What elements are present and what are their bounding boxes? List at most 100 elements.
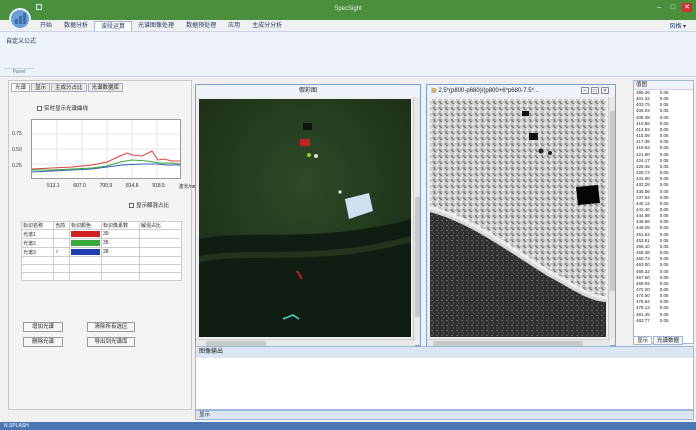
table-cell-current [53, 229, 70, 239]
table-row[interactable] [21, 272, 182, 281]
table-cell-current: ✓ [53, 247, 70, 257]
index-image[interactable] [430, 99, 606, 337]
curve-xaxis: 513.1 607.0 700.9 814.6 918.5 波长/nm [47, 183, 197, 190]
panel-tab[interactable]: 主成分占比 [51, 83, 87, 92]
wavelength-value: 472.20 [636, 287, 650, 292]
wavelength-value: 417.36 [636, 139, 650, 145]
spectrum-marker-table: 标识名称 当前 标识颜色 标识像素数 解混占比 光谱1 39 光谱2 35 光谱3 ✓ 28 [21, 221, 182, 281]
delete-spectrum-button[interactable]: 删除光谱 [23, 337, 63, 347]
curve-ytick: 0.50 [12, 147, 22, 153]
wavelength-value: 474.50 [636, 293, 650, 299]
clear-all-selections-button[interactable]: 清除所有选区 [87, 322, 135, 332]
style-menu[interactable]: 风格 ▾ [669, 21, 686, 30]
right-panel-tabs: 显示 光谱数据 [633, 336, 684, 345]
subwin-close-button[interactable]: × [601, 87, 609, 94]
color-swatch-cell [69, 247, 102, 257]
panel-tab[interactable]: 光谱 [11, 83, 31, 92]
table-cell-ratio [139, 238, 182, 248]
table-cell-empty [69, 272, 102, 281]
right-panel-tab[interactable]: 显示 [633, 336, 653, 345]
status-bar: N.SPLASH [0, 422, 696, 430]
index-image-hscroll[interactable] [427, 339, 610, 346]
wavelength-value: 451.53 [636, 231, 650, 237]
table-cell-empty [139, 264, 182, 273]
ribbon-tab[interactable]: 光谱图像处理 [132, 21, 180, 31]
wavelength-value: 449.25 [636, 225, 650, 231]
index-image-vscroll[interactable] [608, 97, 615, 339]
reflectance-value: 0.05 [659, 317, 669, 323]
table-cell-empty [53, 272, 70, 281]
table-cell-empty [53, 264, 70, 273]
wavelength-value: 433.28 [636, 182, 650, 188]
table-cell-ratio [139, 229, 182, 239]
spectrum-curve-green [32, 159, 181, 171]
wavelength-value: 453.81 [636, 237, 650, 243]
panel-tab[interactable]: 光谱数据库 [87, 83, 124, 92]
wavelength-value: 460.73 [636, 256, 650, 262]
subwin-minimize-button[interactable]: – [581, 87, 589, 94]
value-list: 396.26 0.05 401.32 0.05 403.75 0.05 406.04 0.05… [634, 90, 693, 324]
wavelength-value: 426.45 [636, 163, 650, 169]
color-swatch[interactable] [71, 240, 100, 246]
false-color-image[interactable] [199, 99, 411, 337]
false-color-window[interactable]: 假彩图 [195, 84, 421, 346]
list-item[interactable]: 483.77 0.05 [634, 318, 693, 324]
output-bar[interactable]: 显示 [195, 410, 694, 420]
wavelength-value: 437.84 [636, 194, 650, 200]
image-output-title: 图像输出 [196, 347, 693, 358]
ribbon-tab[interactable]: 数据预处理 [180, 21, 222, 31]
export-to-library-button[interactable]: 导出到光谱库 [87, 337, 135, 347]
table-cell-empty [69, 256, 102, 265]
wavelength-value: 406.04 [636, 108, 650, 114]
ribbon-tabs: 开始 数据分析 波段运算 光谱图像处理 数据预处理 应用 主成分分析 [34, 21, 288, 31]
table-row[interactable] [21, 264, 182, 273]
color-swatch[interactable] [71, 231, 100, 237]
wavelength-value: 431.00 [636, 176, 650, 182]
false-color-hscroll[interactable] [196, 339, 415, 346]
checkbox-icon[interactable] [37, 106, 42, 112]
table-cell-empty [101, 264, 140, 273]
table-cell-empty [69, 264, 102, 273]
add-spectrum-button[interactable]: 增加光谱 [23, 322, 63, 332]
table-header: 标识颜色 [69, 221, 102, 230]
ribbon-tab[interactable]: 波段运算 [94, 21, 133, 31]
spectrum-curve-plot[interactable] [31, 119, 181, 179]
curve-xtick: 607.0 [73, 183, 86, 189]
window-title: SpecSight [334, 6, 362, 12]
index-image-window[interactable]: ▦ 2.5*(p800-p680)/(p800+6*p680-7.5*... –… [426, 84, 616, 346]
subwin-maximize-button[interactable]: □ [591, 87, 599, 94]
value-list-header: 值图 [634, 81, 693, 90]
realtime-checkbox[interactable]: 实时显示光谱曲线 [37, 104, 88, 112]
right-panel-tab[interactable]: 光谱数据 [653, 336, 684, 345]
close-button[interactable]: ✕ [682, 3, 692, 12]
wavelength-value: 469.92 [636, 280, 650, 286]
table-cell-ratio [139, 247, 182, 257]
ribbon-tab[interactable]: 数据分析 [58, 21, 94, 31]
false-color-vscroll[interactable] [413, 97, 420, 339]
ribbon-tab[interactable]: 应用 [222, 21, 246, 31]
unmix-ratio-checkbox-label: 显示解混占比 [136, 203, 170, 209]
table-row[interactable]: 光谱2 35 [21, 238, 182, 248]
checkbox-icon[interactable] [129, 203, 134, 209]
table-cell-empty [139, 272, 182, 281]
index-image-title-text: 2.5*(p800-p680)/(p800+6*p680-7.5*... [438, 88, 539, 94]
table-row[interactable]: 光谱3 ✓ 28 [21, 247, 182, 257]
app-logo-icon[interactable] [9, 8, 31, 30]
title-bar: SpecSight – □ ✕ [0, 0, 696, 20]
ribbon-tab[interactable]: 主成分分析 [246, 21, 288, 31]
panel-tab[interactable]: 显示 [31, 83, 51, 92]
minimize-button[interactable]: – [654, 3, 664, 12]
custom-formula-button[interactable]: 自定义公式 [6, 36, 36, 45]
wavelength-value: 424.17 [636, 157, 650, 163]
table-cell-empty [101, 256, 140, 265]
maximize-button[interactable]: □ [668, 3, 678, 12]
table-cell-empty [21, 272, 54, 281]
table-row[interactable]: 光谱1 39 [21, 229, 182, 239]
table-header: 标识名称 [21, 221, 54, 230]
color-swatch-cell [69, 238, 102, 248]
table-row[interactable] [21, 256, 182, 265]
unmix-ratio-checkbox[interactable]: 显示解混占比 [129, 201, 169, 209]
curve-xtick: 700.9 [99, 183, 113, 189]
color-swatch[interactable] [71, 249, 100, 255]
ribbon-tab[interactable]: 开始 [34, 21, 58, 31]
